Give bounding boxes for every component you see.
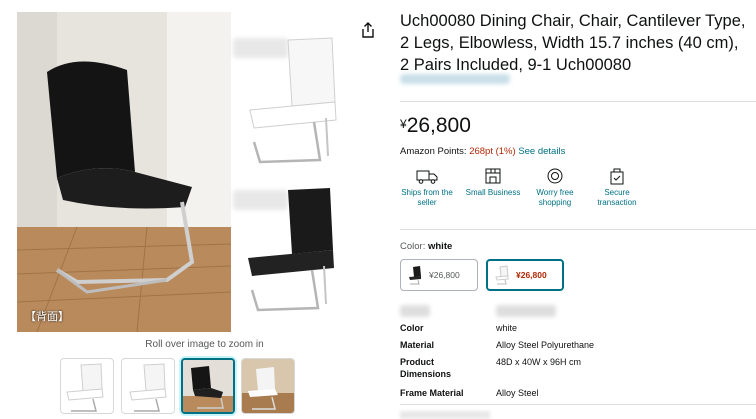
blurred-spec-key <box>400 305 430 317</box>
points-label: Amazon Points: <box>400 146 467 157</box>
store-icon <box>485 168 501 184</box>
feature-label: Worry free shopping <box>536 188 574 207</box>
color-swatch-black[interactable]: ¥26,800 <box>400 259 478 291</box>
spec-key: Frame Material <box>400 388 464 398</box>
spec-value: Alloy Steel Polyurethane <box>496 340 595 350</box>
divider <box>400 229 756 230</box>
product-title: Uch00080 Dining Chair, Chair, Cantilever… <box>400 12 746 74</box>
spec-key: Color <box>400 323 424 333</box>
spec-value: 48D x 40W x 96H cm <box>496 357 582 367</box>
color-swatch-white[interactable]: ¥26,800 <box>486 259 564 291</box>
feature-small-business[interactable]: Small Business <box>462 167 524 198</box>
thumbnail-3[interactable] <box>181 358 235 414</box>
secure-bag-icon <box>610 168 624 185</box>
divider <box>400 101 756 102</box>
price-value: 26,800 <box>406 114 471 137</box>
main-image-photo <box>17 12 231 332</box>
thumbnail-2[interactable] <box>121 358 175 414</box>
truck-icon <box>416 170 438 184</box>
points-line: Amazon Points: 268pt (1%) See details <box>400 146 565 157</box>
divider <box>400 404 756 405</box>
spec-value: Alloy Steel <box>496 388 539 398</box>
thumbnail-image <box>129 363 167 412</box>
feature-label: Secure transaction <box>597 188 637 207</box>
thumbnail-4[interactable] <box>241 358 295 414</box>
thumbnail-image <box>242 359 294 413</box>
cut-off-text <box>400 411 490 419</box>
badge-icon <box>547 168 563 184</box>
spec-key: Product Dimensions <box>400 357 452 379</box>
brand-link-blurred[interactable] <box>400 74 510 84</box>
spec-value: white <box>496 323 518 333</box>
swatch-chair-icon <box>495 265 509 285</box>
feature-label: Ships from the seller <box>401 188 453 207</box>
swatch-price: ¥26,800 <box>516 270 547 280</box>
color-label-prefix: Color: <box>400 241 426 252</box>
blurred-spec-value <box>496 305 556 317</box>
swatch-chair-icon <box>409 266 421 285</box>
swatch-price: ¥26,800 <box>429 270 460 280</box>
feature-label: Small Business <box>465 188 521 197</box>
black-chair-preview[interactable] <box>240 184 340 319</box>
points-percent: (1%) <box>495 146 516 157</box>
price: ¥26,800 <box>400 114 471 138</box>
thumbnail-image <box>66 363 104 412</box>
feature-badges: Ships from the seller Small Business Wor… <box>400 167 650 217</box>
main-product-image[interactable]: 【背面】 <box>17 12 231 332</box>
image-caption: 【背面】 <box>25 310 69 323</box>
white-chair-preview[interactable] <box>240 32 340 172</box>
color-label: Color: white <box>400 241 452 252</box>
feature-worry-free[interactable]: Worry free shopping <box>524 167 586 208</box>
points-value: 268pt <box>469 146 493 157</box>
thumbnail-1[interactable] <box>60 358 114 414</box>
feature-secure-transaction[interactable]: Secure transaction <box>586 167 648 208</box>
points-details-link[interactable]: See details <box>518 146 565 157</box>
zoom-hint: Roll over image to zoom in <box>145 339 264 350</box>
price-currency-symbol: ¥ <box>400 117 407 131</box>
color-selected-value: white <box>427 241 453 252</box>
thumbnail-image <box>183 360 233 412</box>
spec-key: Material <box>400 340 435 350</box>
share-icon[interactable] <box>361 22 375 38</box>
feature-ships-from-seller[interactable]: Ships from the seller <box>396 167 458 208</box>
